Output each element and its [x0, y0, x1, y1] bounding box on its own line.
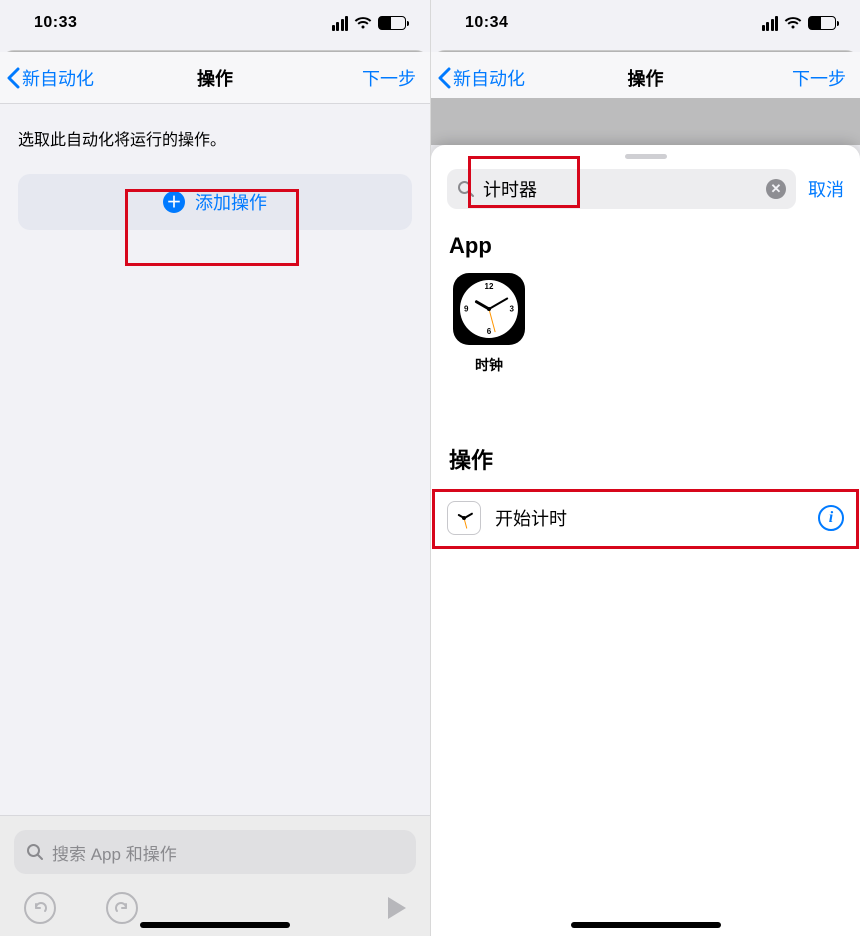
add-action-button[interactable]: ＋ 添加操作	[18, 174, 412, 230]
screen-left: 10:33 新自动化 操作 下一步 选取此自动化将运行的操作。 ＋	[0, 0, 430, 936]
section-header-app: App	[431, 223, 860, 273]
screen-right: 10:34 新自动化 操作 下一步	[430, 0, 860, 936]
chevron-left-icon	[6, 67, 20, 89]
battery-icon	[378, 16, 406, 30]
undo-button[interactable]	[24, 892, 56, 924]
search-icon	[26, 843, 44, 861]
hint-text: 选取此自动化将运行的操作。	[0, 104, 430, 174]
info-button[interactable]: i	[818, 505, 844, 531]
action-row-start-timer[interactable]: 开始计时 i	[431, 489, 860, 547]
next-button[interactable]: 下一步	[362, 65, 416, 91]
section-header-actions: 操作	[431, 433, 860, 489]
wifi-icon	[354, 16, 372, 30]
back-label: 新自动化	[453, 65, 525, 91]
search-value: 计时器	[483, 176, 537, 202]
home-indicator[interactable]	[571, 922, 721, 928]
modal-sheet: 新自动化 操作 下一步	[431, 52, 860, 104]
status-time: 10:33	[34, 14, 77, 32]
home-indicator[interactable]	[140, 922, 290, 928]
back-button[interactable]: 新自动化	[6, 65, 94, 91]
bottom-toolbar: 搜索 App 和操作	[0, 815, 430, 936]
status-icons	[762, 16, 837, 31]
content-area: 选取此自动化将运行的操作。 ＋ 添加操作 搜索 App 和操作	[0, 104, 430, 936]
back-label: 新自动化	[22, 65, 94, 91]
wifi-icon	[784, 16, 802, 30]
redo-button[interactable]	[106, 892, 138, 924]
cancel-button[interactable]: 取消	[808, 176, 844, 202]
battery-icon	[808, 16, 836, 30]
clock-icon	[447, 501, 481, 535]
clear-search-button[interactable]: ✕	[766, 179, 786, 199]
cellular-icon	[332, 16, 349, 31]
search-icon	[457, 180, 475, 198]
clock-app-icon: 12 6 9 3	[453, 273, 525, 345]
action-label: 开始计时	[495, 505, 567, 531]
status-time: 10:34	[465, 14, 508, 32]
search-input[interactable]: 计时器 ✕	[447, 169, 796, 209]
status-bar: 10:34	[431, 0, 860, 46]
chevron-left-icon	[437, 67, 451, 89]
sheet-grabber[interactable]	[625, 154, 667, 159]
nav-bar: 新自动化 操作 下一步	[431, 52, 860, 104]
next-button[interactable]: 下一步	[792, 65, 846, 91]
modal-sheet: 新自动化 操作 下一步	[0, 52, 430, 104]
app-label: 时钟	[449, 355, 529, 375]
dimmed-overlay	[431, 98, 860, 145]
plus-icon: ＋	[163, 191, 185, 213]
status-bar: 10:33	[0, 0, 430, 46]
search-placeholder: 搜索 App 和操作	[52, 840, 177, 865]
add-action-label: 添加操作	[195, 189, 267, 215]
status-icons	[332, 16, 407, 31]
back-button[interactable]: 新自动化	[437, 65, 525, 91]
search-sheet: 计时器 ✕ 取消 App 12 6 9 3	[431, 145, 860, 936]
search-input[interactable]: 搜索 App 和操作	[14, 830, 416, 874]
run-button[interactable]	[388, 897, 406, 919]
nav-bar: 新自动化 操作 下一步	[0, 52, 430, 104]
app-item-clock[interactable]: 12 6 9 3 时钟	[449, 273, 529, 375]
cellular-icon	[762, 16, 779, 31]
